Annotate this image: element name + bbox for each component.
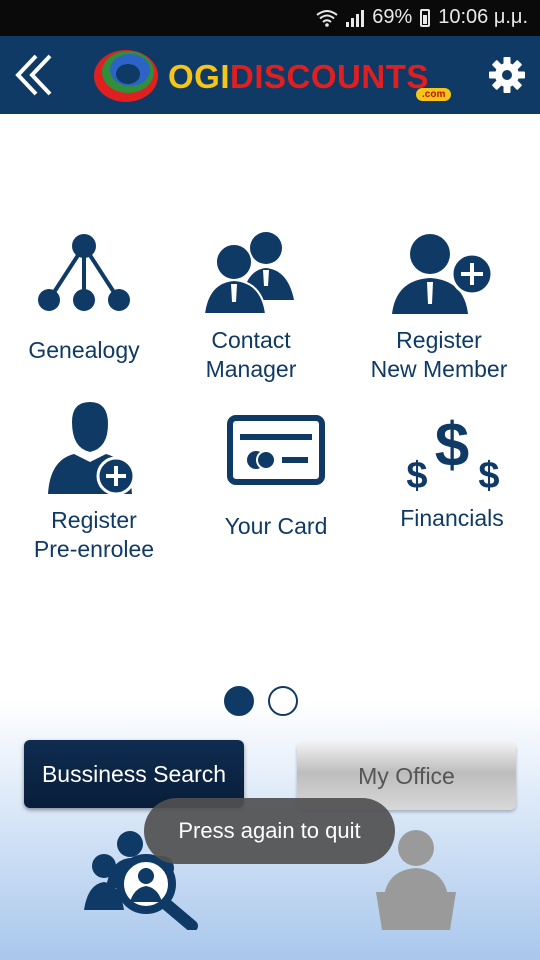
settings-gear-icon[interactable] (488, 56, 526, 94)
menu-label-line2: New Member (370, 356, 508, 382)
menu-label-line2: Manager (205, 356, 297, 382)
menu-item-register-new-member[interactable]: Register New Member (349, 230, 529, 384)
menu-item-your-card[interactable]: Your Card (186, 414, 366, 541)
logo-text-ogi: OGI (168, 58, 231, 95)
menu-label-register-pre-enrolee: Register Pre-enrolee (4, 506, 184, 564)
menu-item-register-pre-enrolee[interactable]: Register Pre-enrolee (4, 402, 184, 564)
signal-icon (346, 9, 365, 27)
status-bar: 69% 10:06 μ.μ. (0, 0, 540, 36)
menu-label-line2: Pre-enrolee (33, 536, 155, 562)
menu-label-your-card: Your Card (186, 512, 366, 541)
app-bar: OGIDISCOUNTS .com (0, 36, 540, 114)
battery-percent: 69% (372, 6, 413, 28)
page-dot-2[interactable] (268, 686, 298, 716)
genealogy-tree-icon (38, 234, 130, 311)
logo-text-discounts: DISCOUNTS (230, 58, 429, 95)
menu-label-line1: Financials (400, 505, 504, 531)
page-indicator (224, 686, 298, 716)
menu-label-line1: Contact (211, 327, 291, 353)
add-person-icon (48, 402, 136, 496)
battery-icon (420, 8, 431, 27)
card-icon (227, 415, 325, 485)
contacts-people-icon (202, 232, 294, 315)
add-user-icon (392, 234, 494, 314)
clock: 10:06 μ.μ. (438, 6, 528, 28)
app-logo: OGIDISCOUNTS .com (90, 44, 452, 106)
logo-suffix: .com (416, 88, 452, 101)
menu-label-register-new-member: Register New Member (349, 326, 529, 384)
menu-label-line1: Genealogy (28, 337, 140, 363)
svg-text:$: $ (478, 455, 499, 496)
menu-item-contact-manager[interactable]: Contact Manager (161, 230, 341, 384)
page-dot-1[interactable] (224, 686, 254, 716)
menu-item-financials[interactable]: $ $ $ Financials (362, 400, 540, 533)
menu-label-financials: Financials (362, 504, 540, 533)
menu-item-genealogy[interactable]: Genealogy (0, 232, 174, 365)
dollar-signs-icon: $ $ $ (406, 411, 499, 496)
menu-label-contact-manager: Contact Manager (161, 326, 341, 384)
svg-text:$: $ (406, 455, 427, 496)
logo-swirl-icon (94, 50, 158, 102)
svg-text:$: $ (435, 411, 469, 480)
toast-message: Press again to quit (144, 798, 395, 864)
menu-label-line1: Register (396, 327, 482, 353)
back-double-chevron-icon[interactable] (12, 50, 58, 100)
wifi-icon (316, 9, 338, 27)
menu-label-line1: Your Card (224, 513, 328, 539)
menu-label-genealogy: Genealogy (0, 336, 174, 365)
menu-label-line1: Register (51, 507, 137, 533)
logo-text: OGIDISCOUNTS (168, 58, 429, 96)
